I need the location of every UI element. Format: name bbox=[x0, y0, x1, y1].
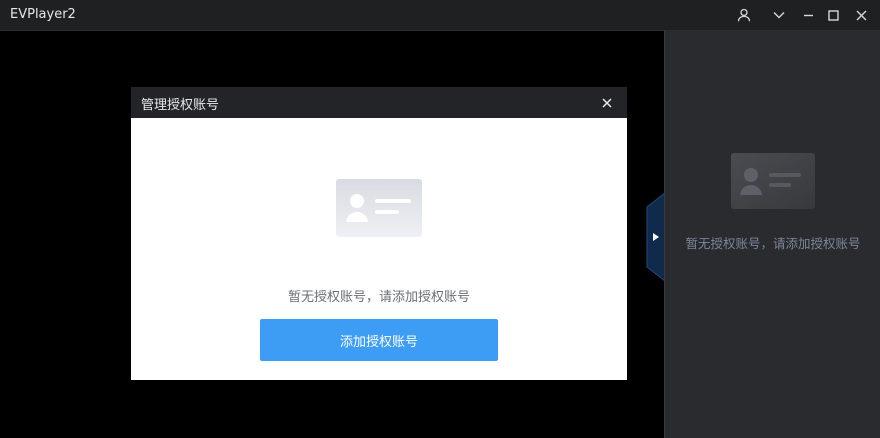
panel-toggle-handle[interactable] bbox=[644, 193, 666, 281]
empty-message: 暂无授权账号，请添加授权账号 bbox=[287, 290, 470, 305]
user-icon bbox=[737, 8, 751, 22]
add-account-button[interactable]: 添加授权账号 bbox=[260, 319, 498, 361]
dialog-title: 管理授权账号 bbox=[141, 98, 220, 113]
app-window: EVPlayer2 暂无授权账号，请添加授权账号 管理授权账号 暂无授权账号，请… bbox=[0, 0, 880, 438]
close-icon bbox=[602, 98, 612, 108]
minimize-icon bbox=[803, 14, 813, 16]
side-panel-empty-text: 暂无授权账号，请添加授权账号 bbox=[685, 236, 861, 251]
app-title: EVPlayer2 bbox=[10, 7, 76, 22]
dialog-close-button[interactable] bbox=[595, 91, 619, 115]
window-close-button[interactable] bbox=[848, 3, 874, 27]
account-button[interactable] bbox=[731, 3, 757, 27]
maximize-button[interactable] bbox=[820, 3, 846, 27]
menu-button[interactable] bbox=[766, 3, 792, 27]
id-card-icon bbox=[731, 153, 815, 209]
side-panel: 暂无授权账号，请添加授权账号 bbox=[664, 31, 880, 438]
dialog-header: 管理授权账号 bbox=[131, 87, 627, 118]
title-bar: EVPlayer2 bbox=[0, 0, 880, 31]
id-card-icon bbox=[336, 179, 422, 237]
close-icon bbox=[856, 10, 866, 20]
chevron-down-icon bbox=[773, 12, 785, 19]
maximize-icon bbox=[827, 9, 839, 21]
manage-accounts-dialog: 管理授权账号 暂无授权账号，请添加授权账号 添加授权账号 bbox=[131, 87, 627, 380]
minimize-button[interactable] bbox=[795, 3, 821, 27]
